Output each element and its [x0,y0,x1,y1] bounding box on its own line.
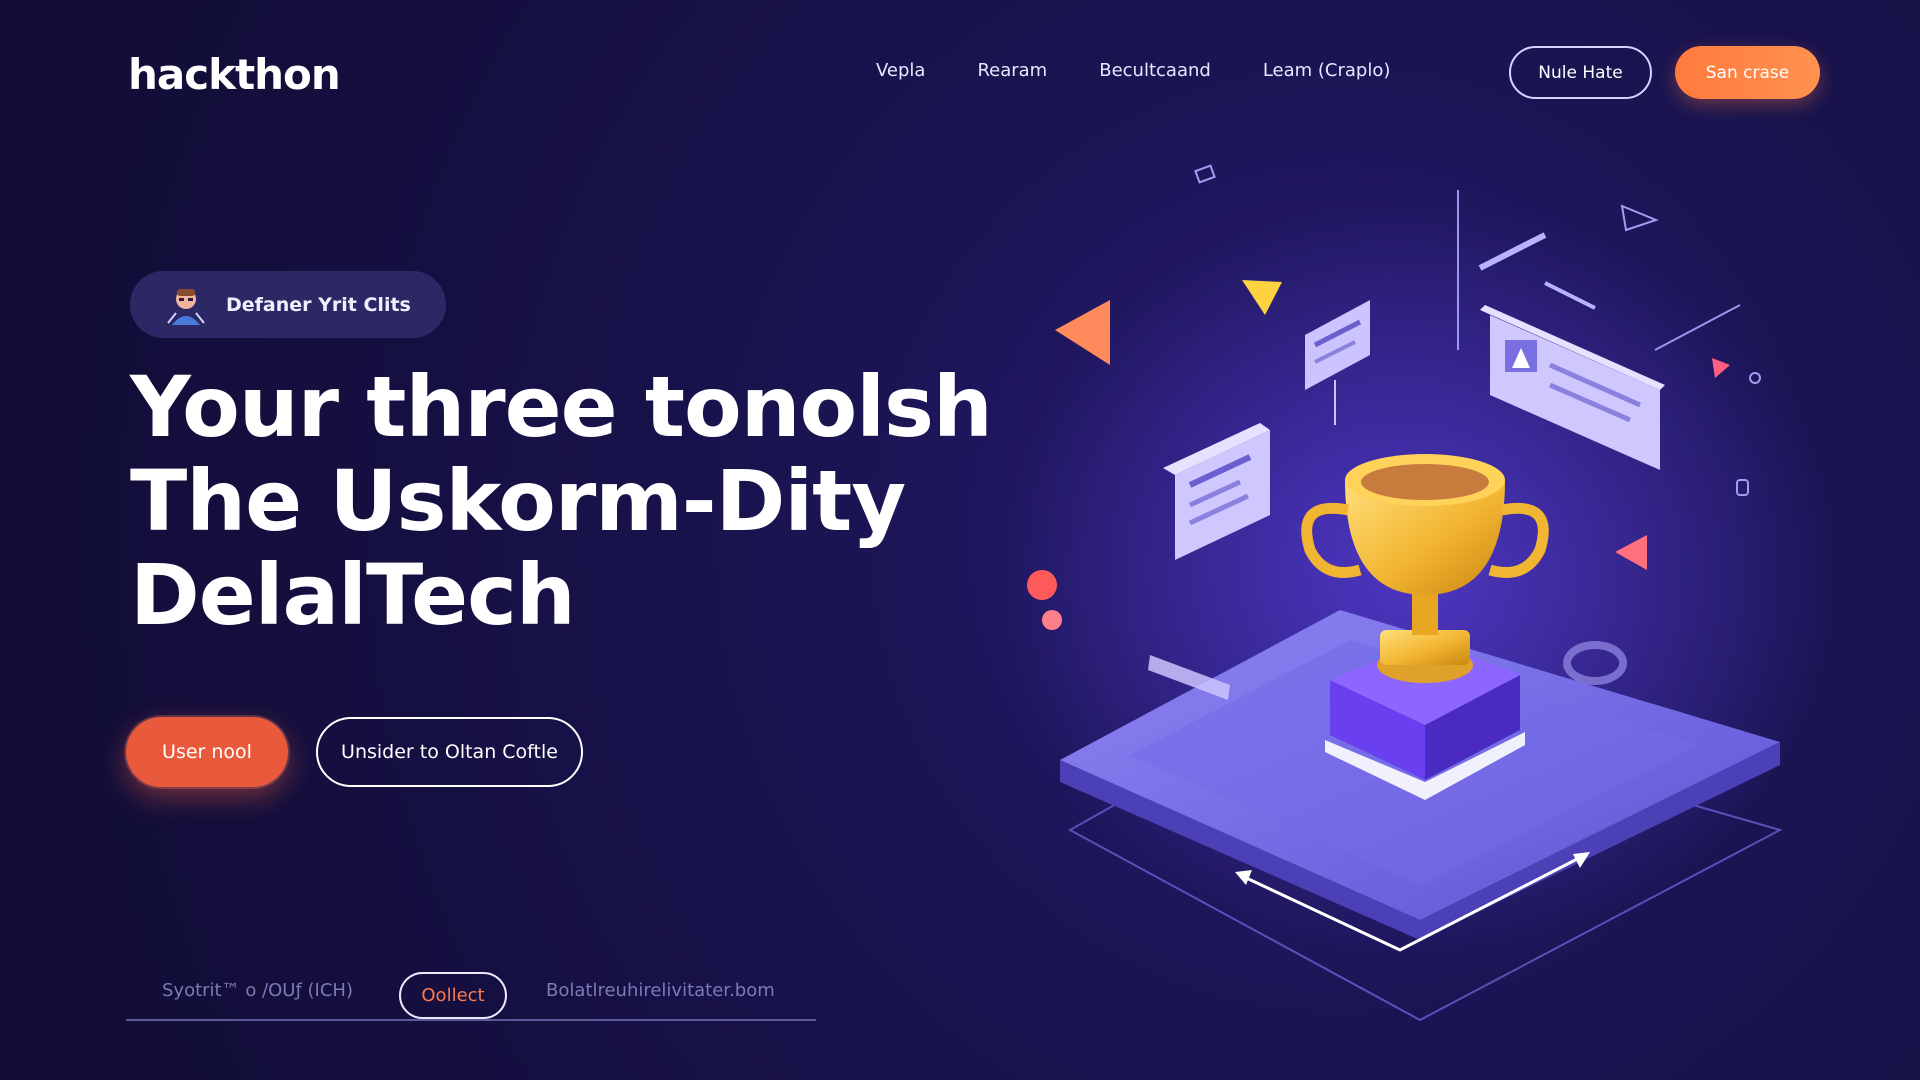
nav-link-becultcaand[interactable]: Becultcaand [1099,60,1211,81]
nav-link-rearam[interactable]: Rearam [977,60,1047,81]
nav-link-vepla[interactable]: Vepla [876,60,925,81]
footer-right-link[interactable]: Bolatlreuhirelivitater.bom [546,980,775,1001]
developer-avatar-icon [167,288,205,325]
nule-hate-button[interactable]: Nule Hate [1509,46,1652,99]
headline-line-3: DelalTech [130,546,576,644]
headline-line-2: The Uskorm-Dity [130,452,906,550]
oollect-chip[interactable]: Oollect [399,972,507,1019]
footer-row: Syotrit™ o /OUƒ (ICH) Oollect Bolatlreuh… [126,972,816,1022]
nav-link-leam[interactable]: Leam (Craplo) [1263,60,1391,81]
user-nool-button[interactable]: User nool [126,717,288,787]
headline-line-1: Your three tonolsh [130,358,993,456]
logo[interactable]: hackthon [128,50,341,99]
red-dot-icon [1027,570,1057,600]
footer-divider [126,1019,816,1021]
hero-badge[interactable]: Defaner Yrit Clits [130,271,446,338]
trophy-inner [1361,464,1489,500]
trophy-illustration [1000,164,1840,1022]
san-crase-button[interactable]: San crase [1675,46,1820,99]
badge-label: Defaner Yrit Clits [226,293,411,316]
nav-links: Vepla Rearam Becultcaand Leam (Craplo) [876,60,1390,81]
trophy-base-block [1380,630,1470,665]
top-navigation: hackthon Vepla Rearam Becultcaand Leam (… [0,0,1920,140]
footer-left-text: Syotrit™ o /OUƒ (ICH) [162,980,353,1001]
unsider-button[interactable]: Unsider to Oltan Coftle [316,717,583,787]
pink-dot-icon [1042,610,1062,630]
outline-square-icon [1194,164,1216,184]
hero-headline: Your three tonolsh The Uskorm-Dity Delal… [130,358,993,644]
outline-triangle-icon [1620,204,1659,232]
